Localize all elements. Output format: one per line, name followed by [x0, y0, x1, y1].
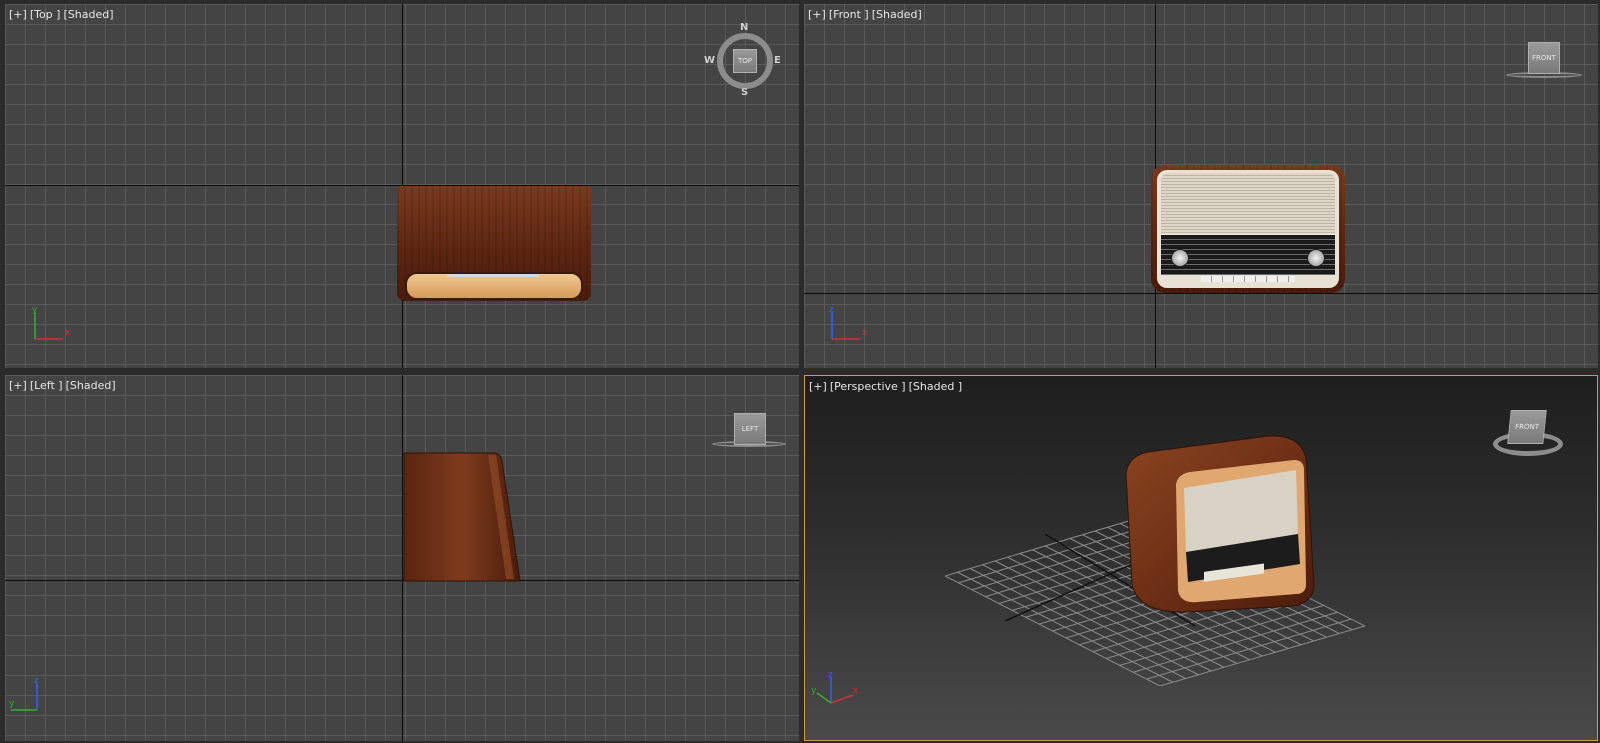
- radio-model-perspective[interactable]: [1118, 434, 1328, 614]
- radio-model-top[interactable]: [397, 186, 591, 301]
- compass-east[interactable]: E: [774, 55, 781, 66]
- axis-label-z: z: [828, 671, 833, 680]
- axis-label-z: z: [829, 305, 834, 315]
- preset-buttons: [1201, 276, 1295, 282]
- speaker-grille: [1161, 173, 1335, 233]
- viewcube[interactable]: FRONT: [1504, 42, 1584, 82]
- viewcube-face[interactable]: TOP: [733, 49, 757, 73]
- viewport-menu-button[interactable]: [+]: [808, 8, 826, 21]
- axis-tripod: z x y: [811, 671, 859, 704]
- viewport-menu-button[interactable]: [+]: [809, 380, 827, 393]
- viewport-label[interactable]: [+] [Front ] [Shaded]: [808, 8, 925, 21]
- viewcube[interactable]: LEFT: [710, 413, 790, 453]
- shading-mode[interactable]: [Shaded]: [66, 379, 116, 392]
- grid-axis-horizontal: [804, 293, 1598, 294]
- radio-model-left[interactable]: [402, 451, 528, 583]
- view-name[interactable]: [Front ]: [829, 8, 869, 21]
- knob-right: [1307, 249, 1325, 267]
- axis-label-x: x: [862, 328, 868, 338]
- knob-left: [1171, 249, 1189, 267]
- view-name[interactable]: [Left ]: [30, 379, 63, 392]
- viewport-front[interactable]: [+] [Front ] [Shaded] FRONT z x: [804, 4, 1598, 368]
- view-name[interactable]: [Top ]: [30, 8, 61, 21]
- viewport-label[interactable]: [+] [Perspective ] [Shaded ]: [809, 380, 965, 393]
- axis-tripod: y x: [32, 305, 71, 340]
- viewcube[interactable]: FRONT: [1491, 406, 1571, 466]
- viewcube-face[interactable]: FRONT: [1507, 410, 1547, 444]
- compass-south[interactable]: S: [741, 87, 748, 98]
- axis-tripod: z y: [9, 676, 39, 711]
- axis-label-y: y: [32, 305, 38, 315]
- compass-north[interactable]: N: [740, 22, 748, 33]
- viewcube[interactable]: TOP N S E W: [704, 22, 782, 98]
- viewport-left[interactable]: [+] [Left ] [Shaded] LEFT z y: [5, 375, 799, 741]
- axis-label-z: z: [34, 676, 39, 686]
- axis-label-y: y: [9, 699, 15, 709]
- viewport-top[interactable]: [+] [Top ] [Shaded] TOP N S E W y x: [5, 4, 799, 368]
- view-name[interactable]: [Perspective ]: [830, 380, 906, 393]
- axis-tripod: z x: [829, 305, 868, 340]
- axis-label-x: x: [853, 686, 859, 696]
- viewcube-face[interactable]: FRONT: [1528, 42, 1560, 74]
- shading-mode[interactable]: [Shaded]: [63, 8, 113, 21]
- viewport-label[interactable]: [+] [Left ] [Shaded]: [9, 379, 119, 392]
- viewport-perspective[interactable]: [+] [Perspective ] [Shaded ] FRONT z x y: [804, 375, 1598, 741]
- shading-mode[interactable]: [Shaded]: [872, 8, 922, 21]
- viewcube-face[interactable]: LEFT: [734, 413, 766, 445]
- viewport-label[interactable]: [+] [Top ] [Shaded]: [9, 8, 116, 21]
- axis-label-x: x: [65, 328, 71, 338]
- shading-mode[interactable]: [Shaded ]: [909, 380, 963, 393]
- radio-model-front[interactable]: [1151, 165, 1345, 293]
- viewport-menu-button[interactable]: [+]: [9, 379, 27, 392]
- compass-west[interactable]: W: [704, 55, 715, 66]
- viewport-menu-button[interactable]: [+]: [9, 8, 27, 21]
- axis-label-y: y: [811, 686, 817, 696]
